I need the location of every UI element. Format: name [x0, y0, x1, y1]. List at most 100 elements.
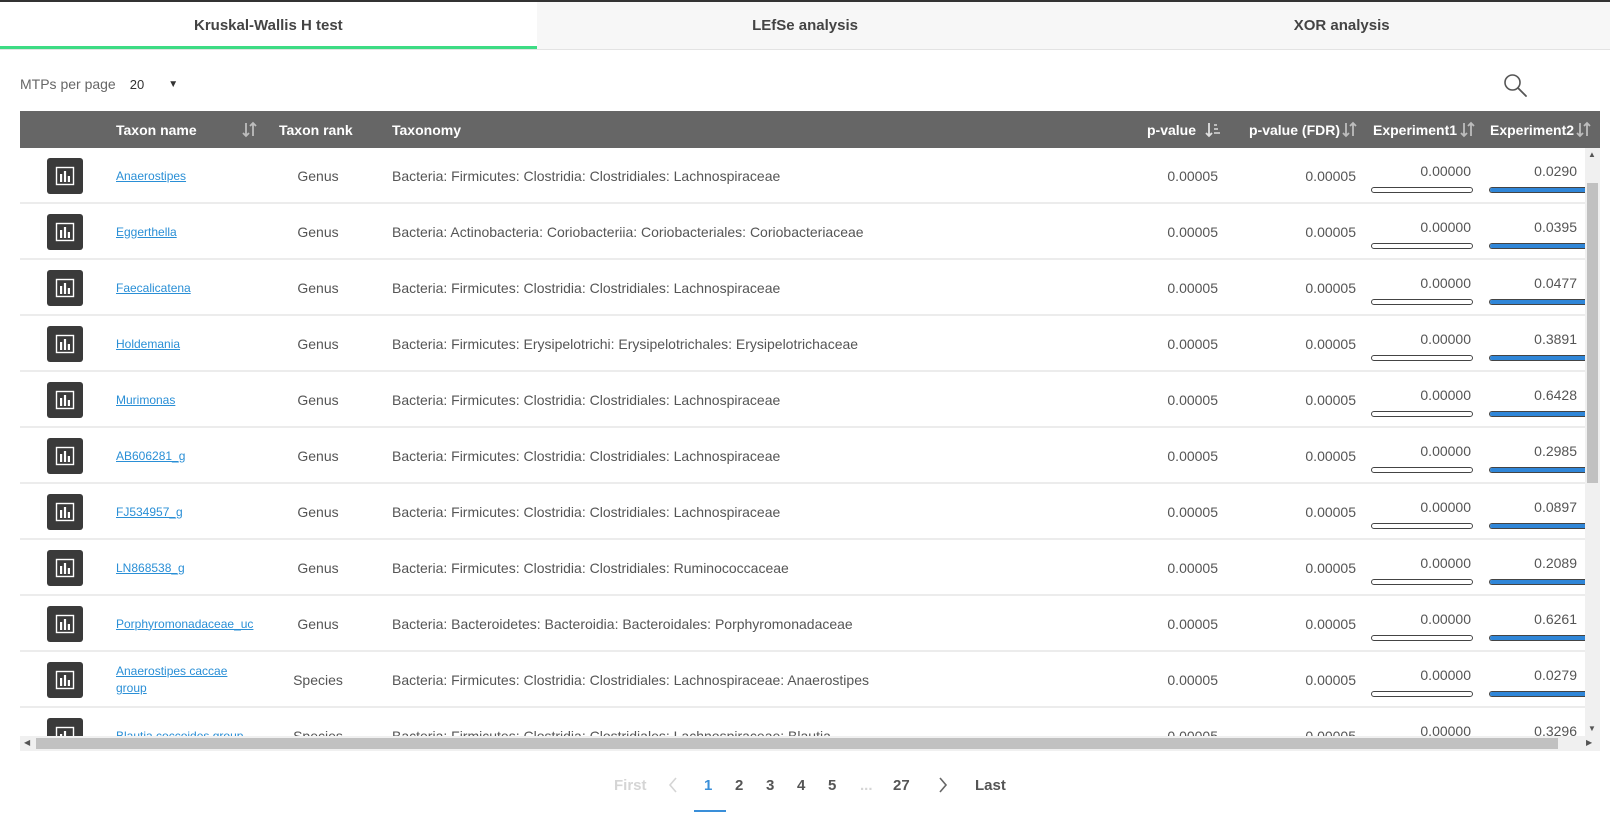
table-row: Anaerostipes Genus Bacteria: Firmicutes: C…	[20, 148, 1585, 204]
taxonomy: Bacteria: Firmicutes: Clostridia: Clostr…	[392, 560, 789, 576]
chevron-right-icon[interactable]	[938, 777, 948, 797]
bar-chart-icon[interactable]	[47, 550, 83, 586]
experiment1-track	[1371, 691, 1473, 697]
taxonomy: Bacteria: Firmicutes: Clostridia: Clostr…	[392, 392, 781, 408]
experiment2-fill	[1490, 300, 1585, 304]
horizontal-scrollbar[interactable]: ◀ ▶	[20, 736, 1600, 751]
scrollbar-thumb[interactable]	[1587, 183, 1598, 483]
experiment1-bar: 0.00000	[1371, 606, 1473, 642]
tab-lefse[interactable]: LEfSe analysis	[536, 2, 1074, 49]
page-button[interactable]: 2	[735, 777, 743, 794]
bar-chart-icon[interactable]	[47, 214, 83, 250]
page-button[interactable]: 4	[797, 777, 805, 794]
p-value-fdr: 0.00005	[1305, 672, 1356, 688]
experiment2-value: 0.6261	[1534, 611, 1577, 627]
col-experiment1[interactable]: Experiment1	[1373, 111, 1457, 148]
p-value: 0.00005	[1167, 336, 1218, 352]
scroll-down-icon[interactable]: ▼	[1588, 724, 1596, 733]
experiment1-value: 0.00000	[1420, 499, 1471, 515]
sort-icon[interactable]	[1342, 121, 1358, 138]
last-page-button[interactable]: Last	[975, 777, 1006, 794]
experiment2-track	[1489, 411, 1585, 417]
experiment1-value: 0.00000	[1420, 555, 1471, 571]
table-row: Anaerostipes caccae group Species Bacteria…	[20, 652, 1585, 708]
scroll-left-icon[interactable]: ◀	[24, 738, 30, 747]
bar-chart-icon[interactable]	[47, 494, 83, 530]
chevron-left-icon[interactable]	[668, 777, 678, 797]
sort-icon[interactable]	[1460, 121, 1476, 138]
experiment1-track	[1371, 523, 1473, 529]
col-p-value-fdr[interactable]: p-value (FDR)	[1249, 111, 1340, 148]
experiment1-bar: 0.00000	[1371, 326, 1473, 362]
vertical-scrollbar[interactable]: ▲ ▼	[1585, 148, 1600, 736]
experiment2-value: 0.0395	[1534, 219, 1577, 235]
taxon-rank: Genus	[297, 336, 339, 352]
experiment2-bar: 0.6261	[1489, 606, 1585, 642]
scroll-right-icon[interactable]: ▶	[1586, 738, 1592, 747]
col-experiment2[interactable]: Experiment2	[1490, 111, 1574, 148]
p-value: 0.00005	[1167, 224, 1218, 240]
experiment1-bar: 0.00000	[1371, 382, 1473, 418]
bar-chart-icon[interactable]	[47, 158, 83, 194]
taxon-name-link[interactable]: Faecalicatena	[116, 280, 191, 297]
experiment2-track	[1489, 243, 1585, 249]
bar-chart-icon[interactable]	[47, 326, 83, 362]
p-value: 0.00005	[1167, 672, 1218, 688]
p-value: 0.00005	[1167, 504, 1218, 520]
experiment1-track	[1371, 467, 1473, 473]
experiment1-track	[1371, 579, 1473, 585]
col-p-value[interactable]: p-value	[1147, 111, 1196, 148]
p-value-fdr: 0.00005	[1305, 224, 1356, 240]
col-taxonomy[interactable]: Taxonomy	[392, 111, 461, 148]
page-button[interactable]: 27	[893, 777, 910, 794]
experiment1-track	[1371, 299, 1473, 305]
experiment2-value: 0.3296	[1534, 723, 1577, 736]
per-page-select[interactable]: 20 ▼	[130, 77, 178, 92]
sort-icon[interactable]	[1576, 121, 1592, 138]
bar-chart-icon[interactable]	[47, 718, 83, 736]
taxon-rank: Genus	[297, 168, 339, 184]
taxon-name-link[interactable]: AB606281_g	[116, 448, 185, 465]
per-page-control: MTPs per page 20 ▼	[20, 76, 178, 92]
taxon-name-link[interactable]: Anaerostipes	[116, 168, 186, 185]
col-taxon-name[interactable]: Taxon name	[116, 111, 197, 148]
bar-chart-icon[interactable]	[47, 606, 83, 642]
sort-icon[interactable]	[242, 121, 258, 138]
experiment1-bar: 0.00000	[1371, 662, 1473, 698]
scroll-up-icon[interactable]: ▲	[1588, 150, 1596, 159]
taxon-name-link[interactable]: FJ534957_g	[116, 504, 183, 521]
experiment2-fill	[1490, 188, 1585, 192]
experiment2-bar: 0.2089	[1489, 550, 1585, 586]
search-icon[interactable]	[1502, 72, 1528, 98]
experiment2-track	[1489, 523, 1585, 529]
bar-chart-icon[interactable]	[47, 662, 83, 698]
taxon-name-link[interactable]: Blautia coccoides group	[116, 728, 243, 737]
tab-xor[interactable]: XOR analysis	[1073, 2, 1610, 49]
bar-chart-icon[interactable]	[47, 382, 83, 418]
bar-chart-icon[interactable]	[47, 438, 83, 474]
taxon-name-link[interactable]: LN868538_g	[116, 560, 185, 577]
taxon-name-link[interactable]: Anaerostipes caccae group	[116, 663, 256, 697]
experiment2-bar: 0.3296	[1489, 718, 1585, 736]
taxon-name-link[interactable]: Eggerthella	[116, 224, 177, 241]
taxonomy: Bacteria: Firmicutes: Clostridia: Clostr…	[392, 672, 869, 688]
experiment2-value: 0.2089	[1534, 555, 1577, 571]
experiment2-bar: 0.0395	[1489, 214, 1585, 250]
table-row: LN868538_g Genus Bacteria: Firmicutes: Clo…	[20, 540, 1585, 596]
p-value: 0.00005	[1167, 280, 1218, 296]
taxonomy: Bacteria: Firmicutes: Clostridia: Clostr…	[392, 504, 781, 520]
page-button[interactable]: 3	[766, 777, 774, 794]
page-button[interactable]: 1	[704, 777, 712, 794]
taxonomy: Bacteria: Firmicutes: Clostridia: Clostr…	[392, 728, 831, 736]
taxon-name-link[interactable]: Holdemania	[116, 336, 180, 353]
scrollbar-thumb[interactable]	[36, 738, 1558, 749]
tab-kruskal-wallis[interactable]: Kruskal-Wallis H test	[0, 2, 537, 49]
taxon-name-link[interactable]: Murimonas	[116, 392, 175, 409]
col-taxon-rank[interactable]: Taxon rank	[279, 111, 353, 148]
sort-ascending-icon[interactable]	[1205, 121, 1221, 138]
taxon-name-link[interactable]: Porphyromonadaceae_uc	[116, 616, 253, 633]
experiment2-fill	[1490, 524, 1585, 528]
page-button[interactable]: 5	[828, 777, 836, 794]
bar-chart-icon[interactable]	[47, 270, 83, 306]
first-page-button[interactable]: First	[614, 777, 647, 794]
